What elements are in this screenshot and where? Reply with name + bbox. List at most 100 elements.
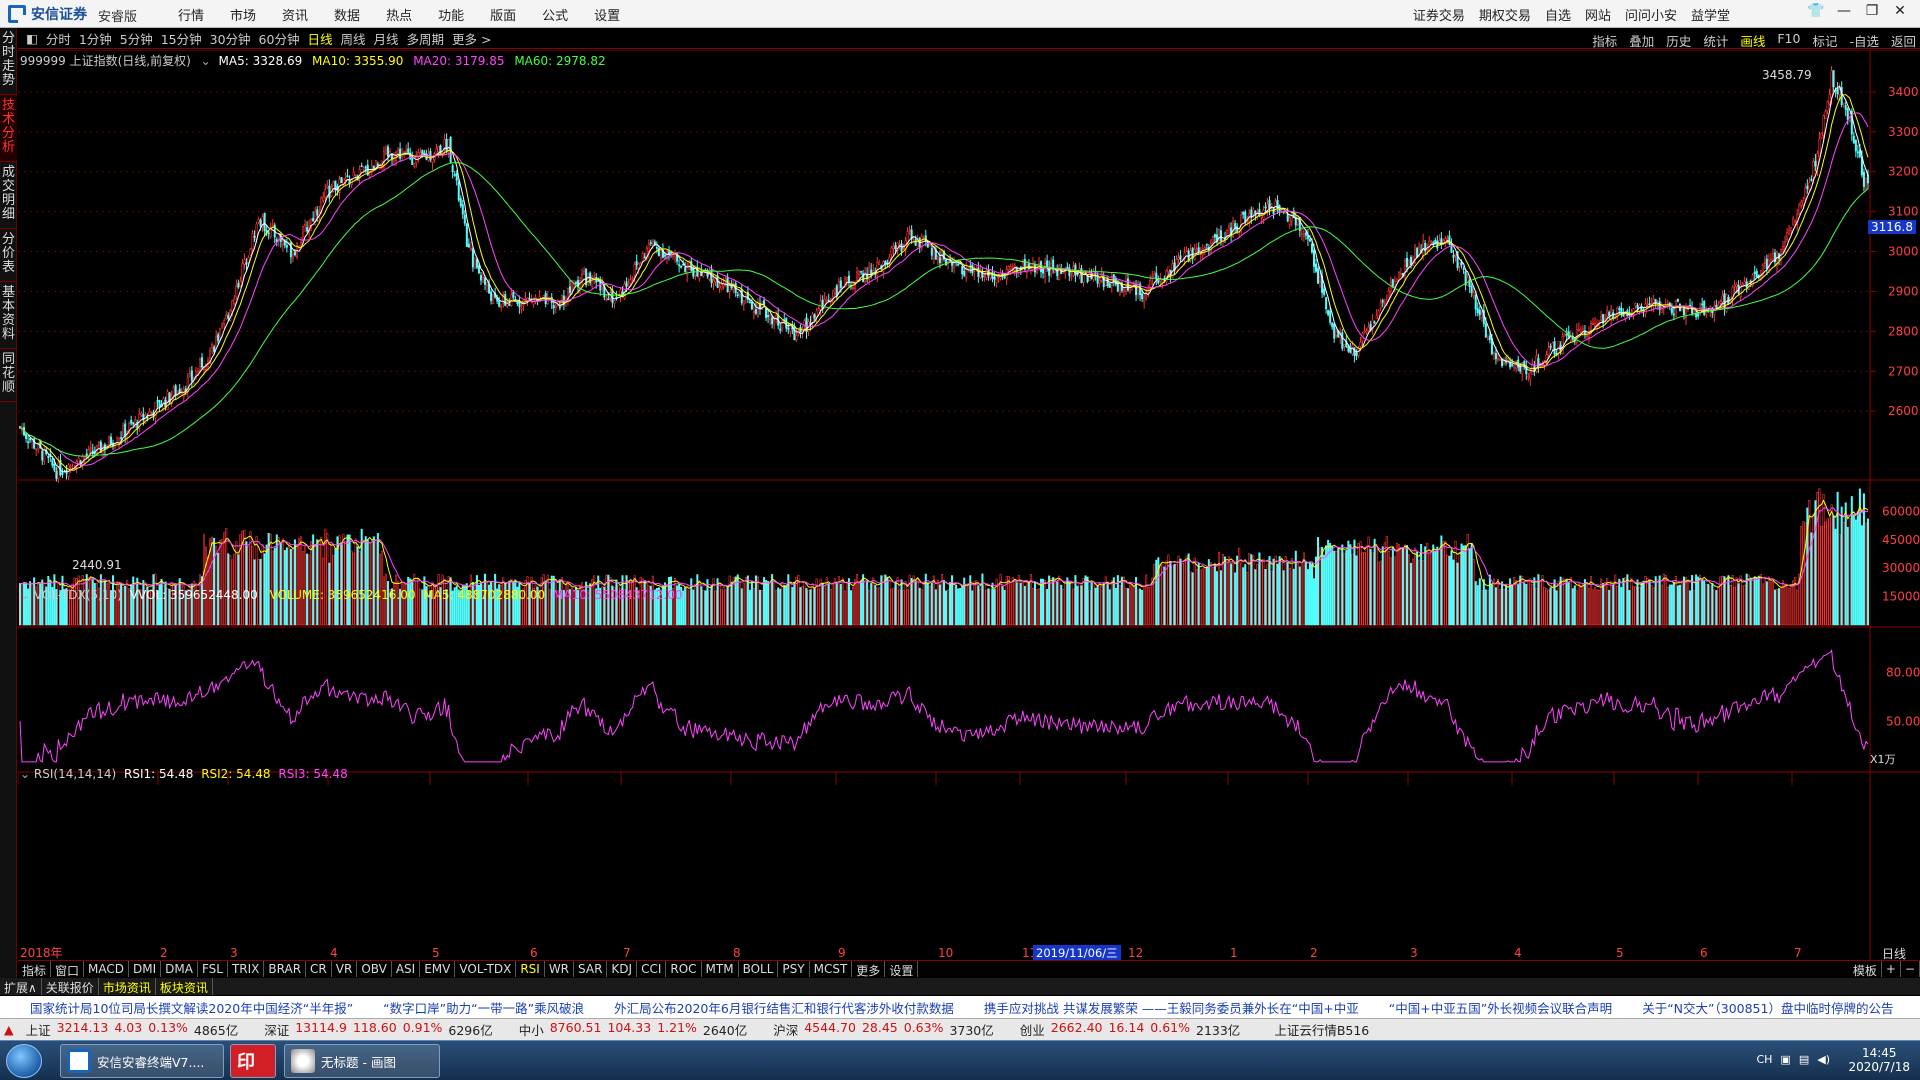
- menu-ask-xiaoan[interactable]: 问问小安: [1625, 5, 1677, 24]
- indicator-tab-kdj[interactable]: KDJ: [607, 961, 638, 977]
- news-item[interactable]: 关于“N交大”（300851）盘中临时停牌的公告: [1642, 998, 1893, 1017]
- indicator-tab-fsl[interactable]: FSL: [198, 961, 228, 977]
- indicator-tab-更多[interactable]: 更多: [852, 961, 886, 978]
- tool-draw-line[interactable]: 画线: [1740, 31, 1765, 50]
- index-quote[interactable]: 中小 8760.51 104.33 1.21% 2640亿: [513, 1020, 748, 1039]
- period-daily[interactable]: 日线: [307, 29, 332, 48]
- menu-item-hangqing[interactable]: 行情: [178, 5, 204, 24]
- menu-item-zixun[interactable]: 资讯: [282, 5, 308, 24]
- indicator-tab-指标[interactable]: 指标: [18, 961, 52, 978]
- indicator-tab-cci[interactable]: CCI: [637, 961, 667, 977]
- indicator-tab-brar[interactable]: BRAR: [264, 961, 307, 977]
- period-30min[interactable]: 30分钟: [210, 29, 251, 48]
- index-quote[interactable]: 上证 3214.13 4.03 0.13% 4865亿: [20, 1020, 239, 1039]
- tool-history[interactable]: 历史: [1666, 31, 1691, 50]
- network-icon[interactable]: ▤: [1799, 1053, 1809, 1066]
- period-15min[interactable]: 15分钟: [161, 29, 202, 48]
- indicator-tab-dma[interactable]: DMA: [161, 961, 198, 977]
- news-item[interactable]: “数字口岸”助力“一带一路”乘风破浪: [383, 998, 584, 1017]
- menu-item-shezhi[interactable]: 设置: [594, 5, 620, 24]
- taskbar-app-red[interactable]: 印: [230, 1044, 276, 1078]
- menu-item-redian[interactable]: 热点: [386, 5, 412, 24]
- tool-indicator[interactable]: 指标: [1592, 31, 1617, 50]
- index-quote[interactable]: 深证 13114.9 118.60 0.91% 6296亿: [258, 1020, 493, 1039]
- menu-yixuetang[interactable]: 益学堂: [1691, 5, 1730, 24]
- period-multi[interactable]: 多周期: [407, 29, 445, 48]
- side-tab-price-table[interactable]: 分价表: [0, 229, 17, 282]
- indicator-tab-boll[interactable]: BOLL: [739, 961, 779, 977]
- lang-indicator[interactable]: CH: [1756, 1053, 1772, 1066]
- indicator-tab-dmi[interactable]: DMI: [129, 961, 162, 977]
- minimize-icon[interactable]: —: [1830, 3, 1858, 19]
- indicator-tab-sar[interactable]: SAR: [574, 961, 608, 977]
- side-tab-basic-info[interactable]: 基本资料: [0, 282, 17, 349]
- menu-website[interactable]: 网站: [1585, 5, 1611, 24]
- indicator-tab-cr[interactable]: CR: [306, 961, 332, 977]
- side-tab-timeshare[interactable]: 分时走势: [0, 28, 17, 95]
- indicator-tab-vol-tdx[interactable]: VOL-TDX: [455, 961, 517, 977]
- news-item[interactable]: 外汇局公布2020年6月银行结售汇和银行代客涉外收付款数据: [614, 998, 954, 1017]
- indicator-tab-obv[interactable]: OBV: [357, 961, 392, 977]
- menu-item-banmian[interactable]: 版面: [490, 5, 516, 24]
- indicator-tab-vr[interactable]: VR: [332, 961, 358, 977]
- indicator-tab-wr[interactable]: WR: [545, 961, 575, 977]
- tool-remove-watchlist[interactable]: -自选: [1849, 31, 1879, 50]
- news-item[interactable]: 携手应对挑战 共谋发展繁荣 ——王毅同务委员兼外长在“中国+中亚: [984, 998, 1359, 1017]
- indicator-tab-psy[interactable]: PSY: [778, 961, 810, 977]
- menu-item-shuju[interactable]: 数据: [334, 5, 360, 24]
- menu-item-gongshi[interactable]: 公式: [542, 5, 568, 24]
- menu-securities-trade[interactable]: 证券交易: [1413, 5, 1465, 24]
- start-button-icon[interactable]: [6, 1044, 42, 1078]
- period-1min[interactable]: 1分钟: [79, 29, 112, 48]
- tab-market-news[interactable]: 市场资讯: [99, 978, 156, 995]
- volume-icon[interactable]: ◀): [1817, 1053, 1830, 1066]
- collapse-icon[interactable]: ⌄: [201, 54, 211, 68]
- cloud-quote-label[interactable]: 上证云行情B516: [1274, 1020, 1369, 1039]
- taskbar-app-anxin[interactable]: 安信安睿终端V7....: [60, 1044, 224, 1078]
- tab-related-quotes[interactable]: 关联报价: [42, 978, 99, 995]
- period-timeshare[interactable]: 分时: [46, 29, 71, 48]
- menu-watchlist[interactable]: 自选: [1545, 5, 1571, 24]
- period-more[interactable]: 更多 >: [452, 29, 491, 48]
- period-60min[interactable]: 60分钟: [259, 29, 300, 48]
- side-tab-technical[interactable]: 技术分析: [0, 95, 17, 162]
- indicator-tab-mtm[interactable]: MTM: [702, 961, 739, 977]
- side-tab-tonghuashun[interactable]: 同花顺: [0, 349, 17, 402]
- period-monthly[interactable]: 月线: [373, 29, 398, 48]
- period-weekly[interactable]: 周线: [340, 29, 365, 48]
- indicator-tab-roc[interactable]: ROC: [666, 961, 702, 977]
- tool-f10[interactable]: F10: [1777, 31, 1800, 50]
- tab-sector-news[interactable]: 板块资讯: [156, 978, 213, 995]
- tool-back[interactable]: 返回: [1891, 31, 1916, 50]
- period-5min[interactable]: 5分钟: [120, 29, 153, 48]
- clock[interactable]: 14:45 2020/7/18: [1848, 1043, 1910, 1074]
- tool-overlay[interactable]: 叠加: [1629, 31, 1654, 50]
- indicator-tab-rsi[interactable]: RSI: [516, 961, 545, 977]
- indicator-tab-mcst[interactable]: MCST: [810, 961, 853, 977]
- news-item[interactable]: “中国+中亚五国”外长视频会议联合声明: [1389, 998, 1612, 1017]
- indicator-tab-emv[interactable]: EMV: [420, 961, 456, 977]
- tool-mark[interactable]: 标记: [1812, 31, 1837, 50]
- indicator-tab-窗口[interactable]: 窗口: [51, 961, 85, 978]
- tab-expand[interactable]: 扩展∧: [0, 978, 42, 995]
- indicator-tab-asi[interactable]: ASI: [392, 961, 421, 977]
- indicator-tab-macd[interactable]: MACD: [84, 961, 130, 977]
- template-button[interactable]: 模板: [1849, 961, 1882, 978]
- taskbar-app-paint[interactable]: 无标题 - 画图: [284, 1044, 440, 1078]
- tray-app-icon[interactable]: ▣: [1780, 1053, 1790, 1066]
- indicator-tab-设置[interactable]: 设置: [885, 961, 919, 978]
- collapse-icon[interactable]: ⌄: [20, 767, 30, 781]
- close-icon[interactable]: ✕: [1886, 3, 1914, 19]
- side-tab-trade-detail[interactable]: 成交明细: [0, 162, 17, 229]
- toolbar-toggle-icon[interactable]: ◧: [26, 31, 38, 46]
- indicator-tab-trix[interactable]: TRIX: [228, 961, 265, 977]
- zoom-in-icon[interactable]: +: [1882, 961, 1901, 977]
- menu-item-shichang[interactable]: 市场: [230, 5, 256, 24]
- news-item[interactable]: 国家统计局10位司局长撰文解读2020年中国经济“半年报”: [30, 998, 353, 1017]
- zoom-out-icon[interactable]: −: [1901, 961, 1920, 977]
- tool-statistics[interactable]: 统计: [1703, 31, 1728, 50]
- index-quote[interactable]: 沪深 4544.70 28.45 0.63% 3730亿: [767, 1020, 994, 1039]
- kline-chart-area[interactable]: 3400 3300 3200 3100 3000 2900 2800 2700 2600 6000…: [18, 50, 1920, 960]
- menu-item-gongneng[interactable]: 功能: [438, 5, 464, 24]
- collapse-icon[interactable]: ⌄: [20, 588, 30, 602]
